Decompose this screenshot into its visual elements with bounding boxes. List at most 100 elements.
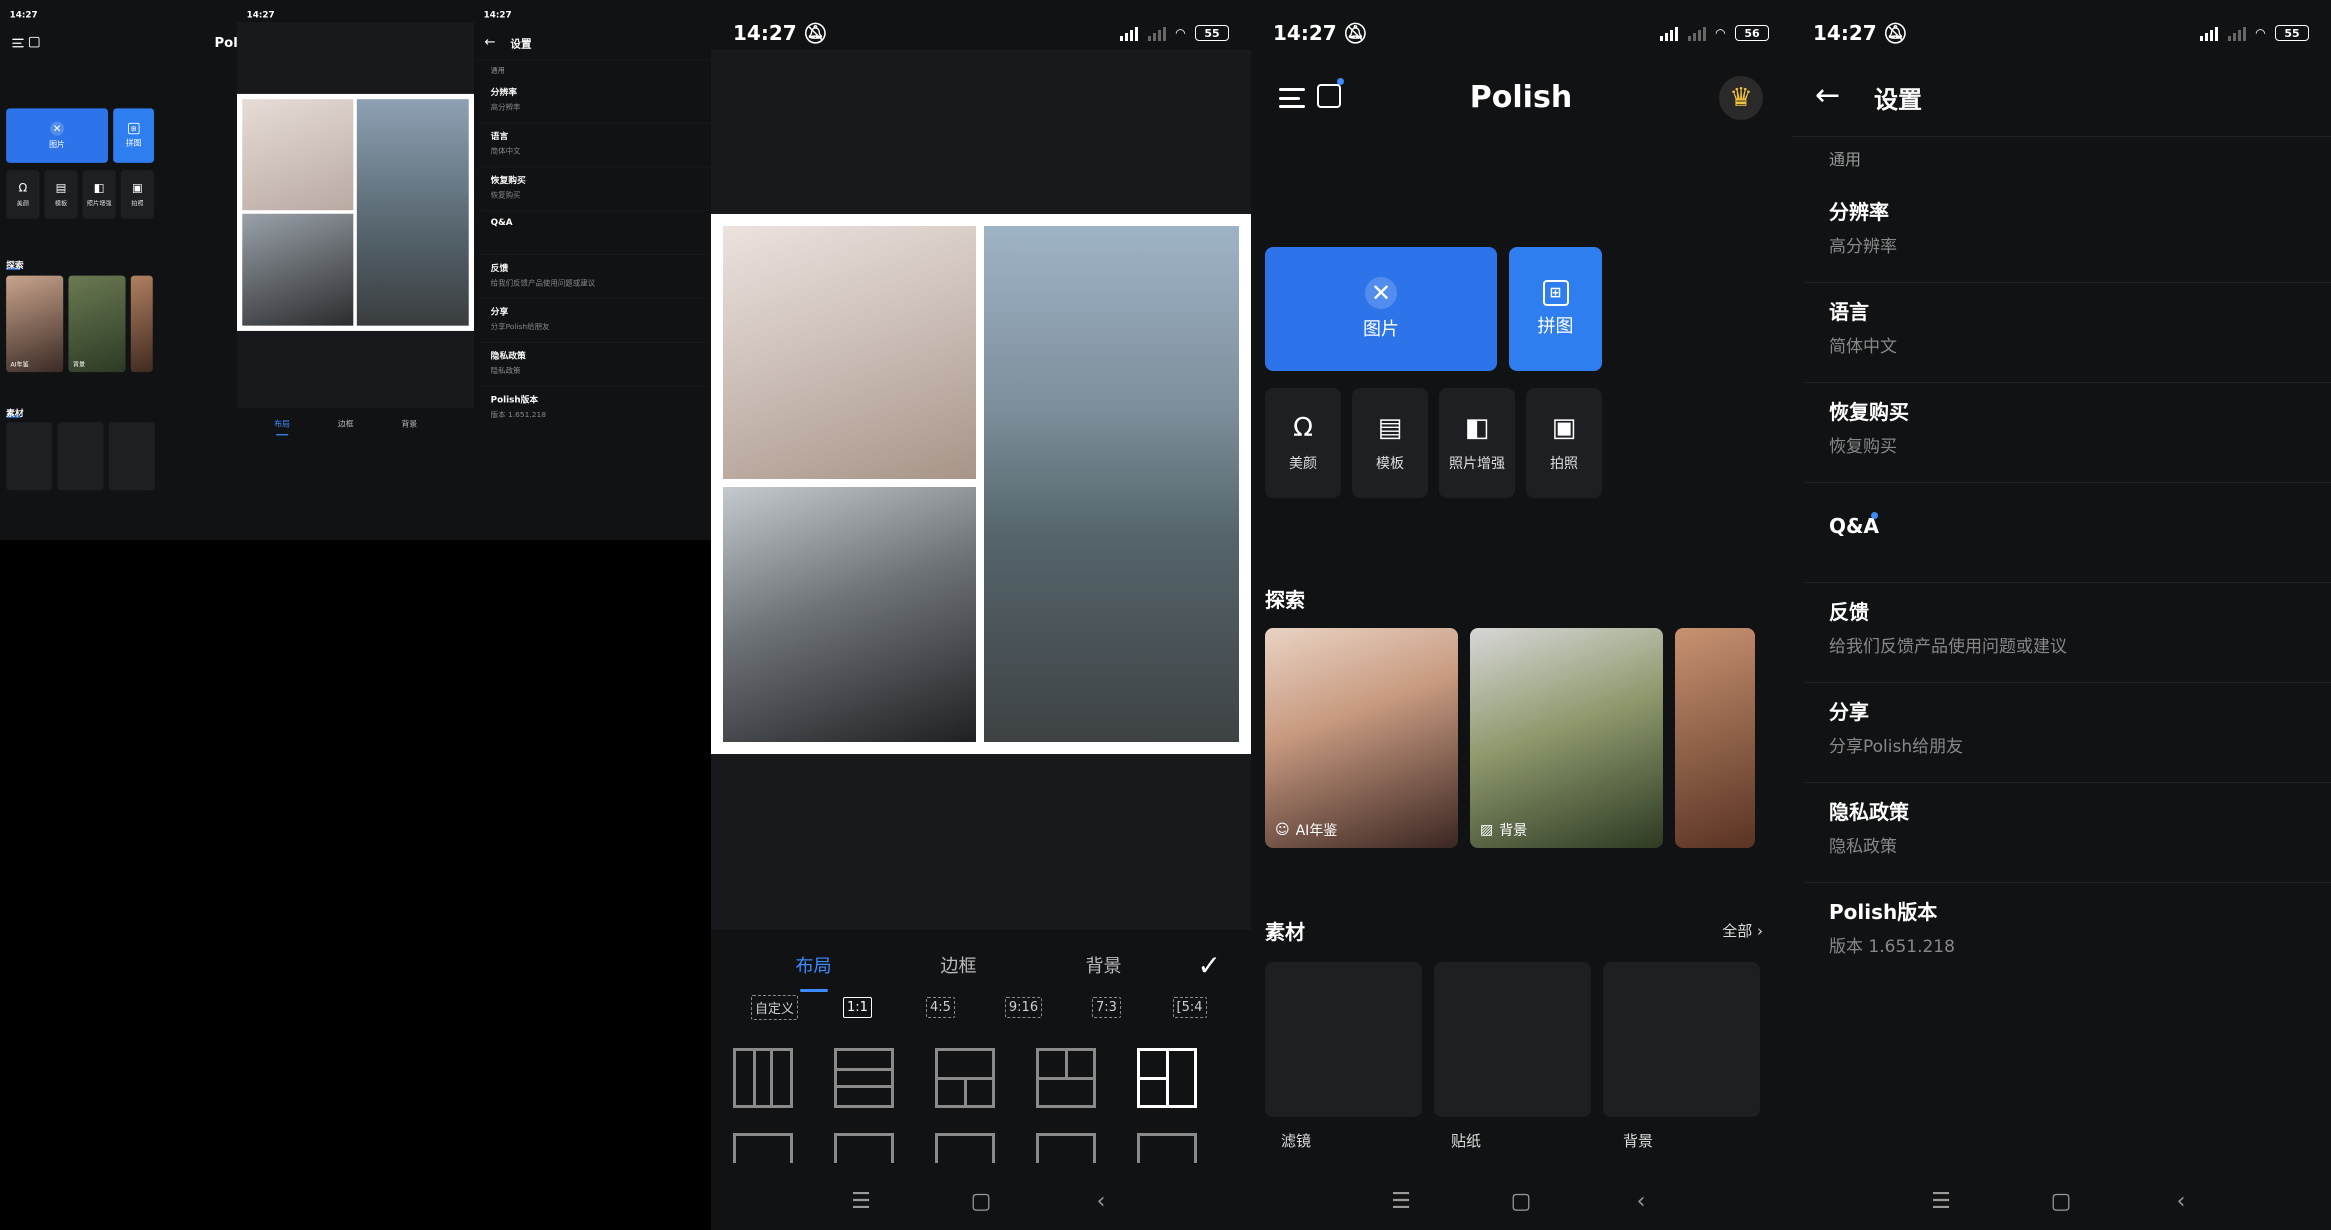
back-nav-icon[interactable]: ‹ (1086, 1186, 1116, 1216)
tab-background[interactable]: 背景 (1031, 952, 1176, 978)
collage-icon: ⊞ (127, 122, 140, 135)
ratio-custom[interactable]: 自定义 (733, 990, 816, 1024)
collage-photo-right[interactable] (984, 226, 1239, 742)
view-all-link[interactable]: 全部 › (1722, 920, 1763, 941)
settings-item-qa[interactable]: Q&A (1805, 482, 2331, 583)
preview-strip: 14:27 Polish ♛ ✕图片 ⊞拼图 Ω美颜 ▤模板 ◧照片增强 ▣拍照… (0, 0, 711, 540)
home-nav-icon[interactable]: ▢ (966, 1186, 996, 1216)
settings-item-restore-purchase[interactable]: 恢复购买 恢复购买 (1805, 382, 2331, 483)
settings-item-share[interactable]: 分享 分享Polish给朋友 (1805, 682, 2331, 783)
home-nav-icon[interactable]: ▢ (2046, 1186, 2076, 1216)
layout-shape[interactable] (935, 1133, 995, 1163)
tool-beauty[interactable]: Ω 美颜 (6, 170, 40, 219)
crown-icon[interactable]: ♛ (1719, 76, 1763, 120)
home-nav-icon[interactable]: ▢ (1506, 1186, 1536, 1216)
ratio-9-16[interactable]: 9:16 (982, 990, 1065, 1024)
settings-item[interactable]: 反馈 给我们反馈产品使用问题或建议 (480, 255, 711, 299)
battery-icon: 55 (1195, 25, 1229, 41)
tool-template[interactable]: ▤ 模板 (44, 170, 78, 219)
tool-beauty[interactable]: Ω 美颜 (1265, 388, 1341, 498)
collage-canvas[interactable] (237, 93, 475, 331)
menu-nav-icon[interactable]: ☰ (1926, 1186, 1956, 1216)
layout-shape[interactable] (1036, 1133, 1096, 1163)
tab-layout[interactable]: 布局 (741, 952, 886, 992)
collage-photo-top-left[interactable] (723, 226, 976, 479)
explore-card-ai-yearbook[interactable]: ☺ AI年鉴 (1265, 628, 1458, 848)
tool-template[interactable]: ▤ 模板 (1352, 388, 1428, 498)
settings-item[interactable]: 分辨率 高分辨率 (480, 79, 711, 124)
settings-item-resolution[interactable]: 分辨率 高分辨率 (1805, 182, 2331, 283)
explore-card[interactable]: AI年鉴 (6, 275, 64, 373)
signal-icon (1119, 25, 1138, 41)
collage-photo[interactable] (242, 99, 354, 211)
layout-left-right-split[interactable] (1137, 1048, 1197, 1108)
layout-shape[interactable] (1137, 1133, 1197, 1163)
image-button[interactable]: ✕ 图片 (1265, 247, 1497, 371)
settings-item[interactable]: Q&A (480, 211, 711, 256)
explore-card-background[interactable]: ▨ 背景 (1470, 628, 1663, 848)
settings-item-version[interactable]: Polish版本 版本 1.651.218 (1805, 882, 2331, 982)
material-filter-tile[interactable] (1265, 962, 1422, 1117)
wifi-icon: ◠ (1175, 26, 1185, 40)
collage-photo[interactable] (356, 99, 469, 326)
collage-canvas[interactable] (711, 214, 1251, 754)
tool-camera[interactable]: ▣ 拍照 (1526, 388, 1602, 498)
tool-enhance[interactable]: ◧ 照片增强 (1439, 388, 1515, 498)
image-button[interactable]: ✕ 图片 (6, 108, 108, 163)
settings-item[interactable]: 语言 简体中文 (480, 123, 711, 168)
status-bar: 14:27 🔕︎ ◠ 55 (1791, 0, 2331, 66)
materials-title: 素材 (1265, 916, 1305, 945)
ratio-7-3[interactable]: 7:3 (1065, 990, 1148, 1024)
explore-card[interactable]: 背景 (68, 275, 126, 373)
tab-border[interactable]: 边框 (886, 952, 1031, 978)
ratio-1-1[interactable]: 1:1 (816, 990, 899, 1024)
tool-enhance[interactable]: ◧ 照片增强 (82, 170, 116, 219)
tab-layout[interactable]: 布局 (250, 418, 314, 436)
layout-split-top[interactable] (1036, 1048, 1096, 1108)
settings-item-language[interactable]: 语言 简体中文 (1805, 282, 2331, 383)
menu-nav-icon[interactable]: ☰ (846, 1186, 876, 1216)
material-tile[interactable] (57, 422, 104, 491)
collage-button[interactable]: ⊞ 拼图 (1509, 247, 1602, 371)
settings-item[interactable]: 分享 分享Polish给朋友 (480, 298, 711, 343)
layout-top-bottom-split[interactable] (935, 1048, 995, 1108)
material-background-tile[interactable] (1603, 962, 1760, 1117)
settings-item-feedback[interactable]: 反馈 给我们反馈产品使用问题或建议 (1805, 582, 2331, 683)
tab-border[interactable]: 边框 (314, 418, 378, 429)
settings-title: 设置 (1874, 86, 1922, 114)
menu-nav-icon[interactable]: ☰ (1386, 1186, 1416, 1216)
settings-group-label: 通用 (1829, 150, 1862, 169)
materials-row (1265, 962, 1760, 1117)
tool-camera[interactable]: ▣ 拍照 (120, 170, 155, 219)
ratio-4-5[interactable]: 4:5 (899, 990, 982, 1024)
layout-shape[interactable] (834, 1133, 894, 1163)
material-tile[interactable] (108, 422, 155, 491)
explore-card[interactable] (130, 275, 153, 373)
collage-icon: ⊞ (1542, 280, 1569, 306)
material-sticker-tile[interactable] (1434, 962, 1591, 1117)
collage-photo-bottom-left[interactable] (723, 487, 976, 742)
settings-item[interactable]: 隐私政策 隐私政策 (480, 342, 711, 387)
back-nav-icon[interactable]: ‹ (2166, 1186, 2196, 1216)
material-background-label: 背景 (1623, 1132, 1654, 1150)
layout-three-rows[interactable] (834, 1048, 894, 1108)
enhance-icon: ◧ (93, 181, 105, 195)
collage-button[interactable]: ⊞ 拼图 (113, 108, 155, 163)
back-arrow-icon[interactable]: ← (1815, 78, 1840, 113)
confirm-check-icon[interactable]: ✓ (1198, 949, 1221, 982)
mute-bell-icon: 🔕︎ (1882, 21, 1909, 45)
ratio-5-4[interactable]: [5:4 (1148, 990, 1231, 1024)
settings-item[interactable]: Polish版本 版本 1.651.218 (480, 386, 711, 430)
back-arrow-icon[interactable]: ← (485, 34, 496, 49)
system-nav-bar: ☰ ▢ ‹ (1251, 1172, 1791, 1230)
settings-item[interactable]: 恢复购买 恢复购买 (480, 167, 711, 212)
layout-shape[interactable] (733, 1133, 793, 1163)
explore-card[interactable] (1675, 628, 1755, 848)
material-tile[interactable] (6, 422, 53, 491)
layout-three-columns[interactable] (733, 1048, 793, 1108)
back-nav-icon[interactable]: ‹ (1626, 1186, 1656, 1216)
settings-item-privacy[interactable]: 隐私政策 隐私政策 (1805, 782, 2331, 883)
collage-photo[interactable] (242, 213, 354, 326)
beauty-icon: Ω (1293, 413, 1313, 443)
tab-background[interactable]: 背景 (377, 418, 441, 429)
